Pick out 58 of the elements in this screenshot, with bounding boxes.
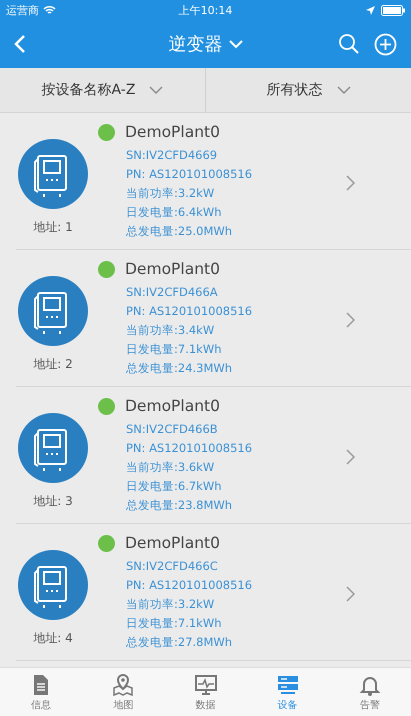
device-detail: SN:IV2CFD466B	[126, 421, 218, 438]
location-icon	[366, 6, 375, 14]
device-detail: 当前功率:3.2kW	[126, 596, 214, 613]
add-button[interactable]	[374, 32, 397, 56]
device-detail: 日发电量:6.4kWh	[126, 204, 222, 221]
back-button[interactable]	[14, 34, 26, 54]
device-detail: PN: AS120101008516	[126, 440, 252, 457]
search-button[interactable]	[338, 32, 360, 56]
clock-time: 上午10:14	[178, 2, 232, 18]
device-name: DemoPlant0	[125, 534, 220, 552]
device-detail: 总发电量:24.3MWh	[126, 360, 232, 377]
tab-item[interactable]: 数据	[164, 668, 247, 716]
device-detail: SN:IV2CFD466A	[126, 284, 218, 301]
device-name: DemoPlant0	[125, 397, 220, 415]
battery-icon	[381, 4, 405, 16]
carrier-name: 运营商	[6, 2, 39, 18]
device-detail: PN: AS120101008516	[126, 577, 252, 594]
address-label: 地址: 2	[33, 356, 73, 373]
device-row[interactable]: 地址: 1 DemoPlant0 SN:IV2CFD4669 PN: AS120101008516 当前功率:3.2kW 日发电量:6.4kWh 总发电量:25.0MWh	[16, 113, 411, 250]
device-detail: 总发电量:25.0MWh	[126, 223, 232, 240]
inverter-icon	[18, 413, 88, 483]
device-detail: 当前功率:3.4kW	[126, 322, 214, 339]
device-detail: 总发电量:27.8MWh	[126, 634, 232, 651]
filter-dropdown[interactable]: 按设备名称A-Z	[0, 68, 205, 112]
address-label: 地址: 3	[33, 493, 73, 510]
address-label: 地址: 4	[33, 630, 73, 647]
device-detail: 日发电量:7.1kWh	[126, 341, 222, 358]
device-detail: 日发电量:6.7kWh	[126, 478, 222, 495]
inverter-icon	[18, 139, 88, 209]
tab-item[interactable]: 信息	[0, 668, 82, 716]
chevron-right-icon	[346, 586, 355, 602]
inverter-icon	[18, 550, 88, 620]
device-detail: PN: AS120101008516	[126, 166, 252, 183]
address-label: 地址: 1	[33, 219, 73, 236]
filter-dropdown[interactable]: 所有状态	[205, 68, 411, 112]
device-row[interactable]: 地址: 2 DemoPlant0 SN:IV2CFD466A PN: AS120101008516 当前功率:3.4kW 日发电量:7.1kWh 总发电量:24.3MWh	[16, 250, 411, 387]
tab-item[interactable]: 地图	[82, 668, 164, 716]
device-name: DemoPlant0	[125, 123, 220, 141]
tab-item[interactable]: 告警	[328, 668, 411, 716]
chevron-right-icon	[346, 449, 355, 465]
map-pin-icon[interactable]	[111, 672, 136, 696]
device-detail: 当前功率:3.2kW	[126, 185, 214, 202]
device-detail: 当前功率:3.6kW	[126, 459, 214, 476]
device-row[interactable]: 地址: 4 DemoPlant0 SN:IV2CFD466C PN: AS120101008516 当前功率:3.2kW 日发电量:7.1kWh 总发电量:27.8MWh	[16, 524, 411, 661]
chevron-down-icon[interactable]	[149, 86, 164, 94]
device-detail: SN:IV2CFD466C	[126, 558, 218, 575]
chevron-down-icon[interactable]	[336, 86, 350, 94]
wifi-icon	[43, 5, 56, 15]
chevron-right-icon	[346, 175, 355, 191]
device-detail: 日发电量:7.1kWh	[126, 615, 222, 632]
device-detail: SN:IV2CFD4669	[126, 147, 218, 164]
device-detail: PN: AS120101008516	[126, 303, 252, 320]
monitor-icon[interactable]	[194, 672, 218, 696]
inverter-icon	[18, 276, 88, 346]
device-detail: 总发电量:23.8MWh	[126, 497, 232, 514]
device-row[interactable]: 地址: 3 DemoPlant0 SN:IV2CFD466B PN: AS120101008516 当前功率:3.6kW 日发电量:6.7kWh 总发电量:23.8MWh	[16, 387, 411, 524]
chevron-right-icon	[346, 312, 355, 328]
device-name: DemoPlant0	[125, 260, 220, 278]
